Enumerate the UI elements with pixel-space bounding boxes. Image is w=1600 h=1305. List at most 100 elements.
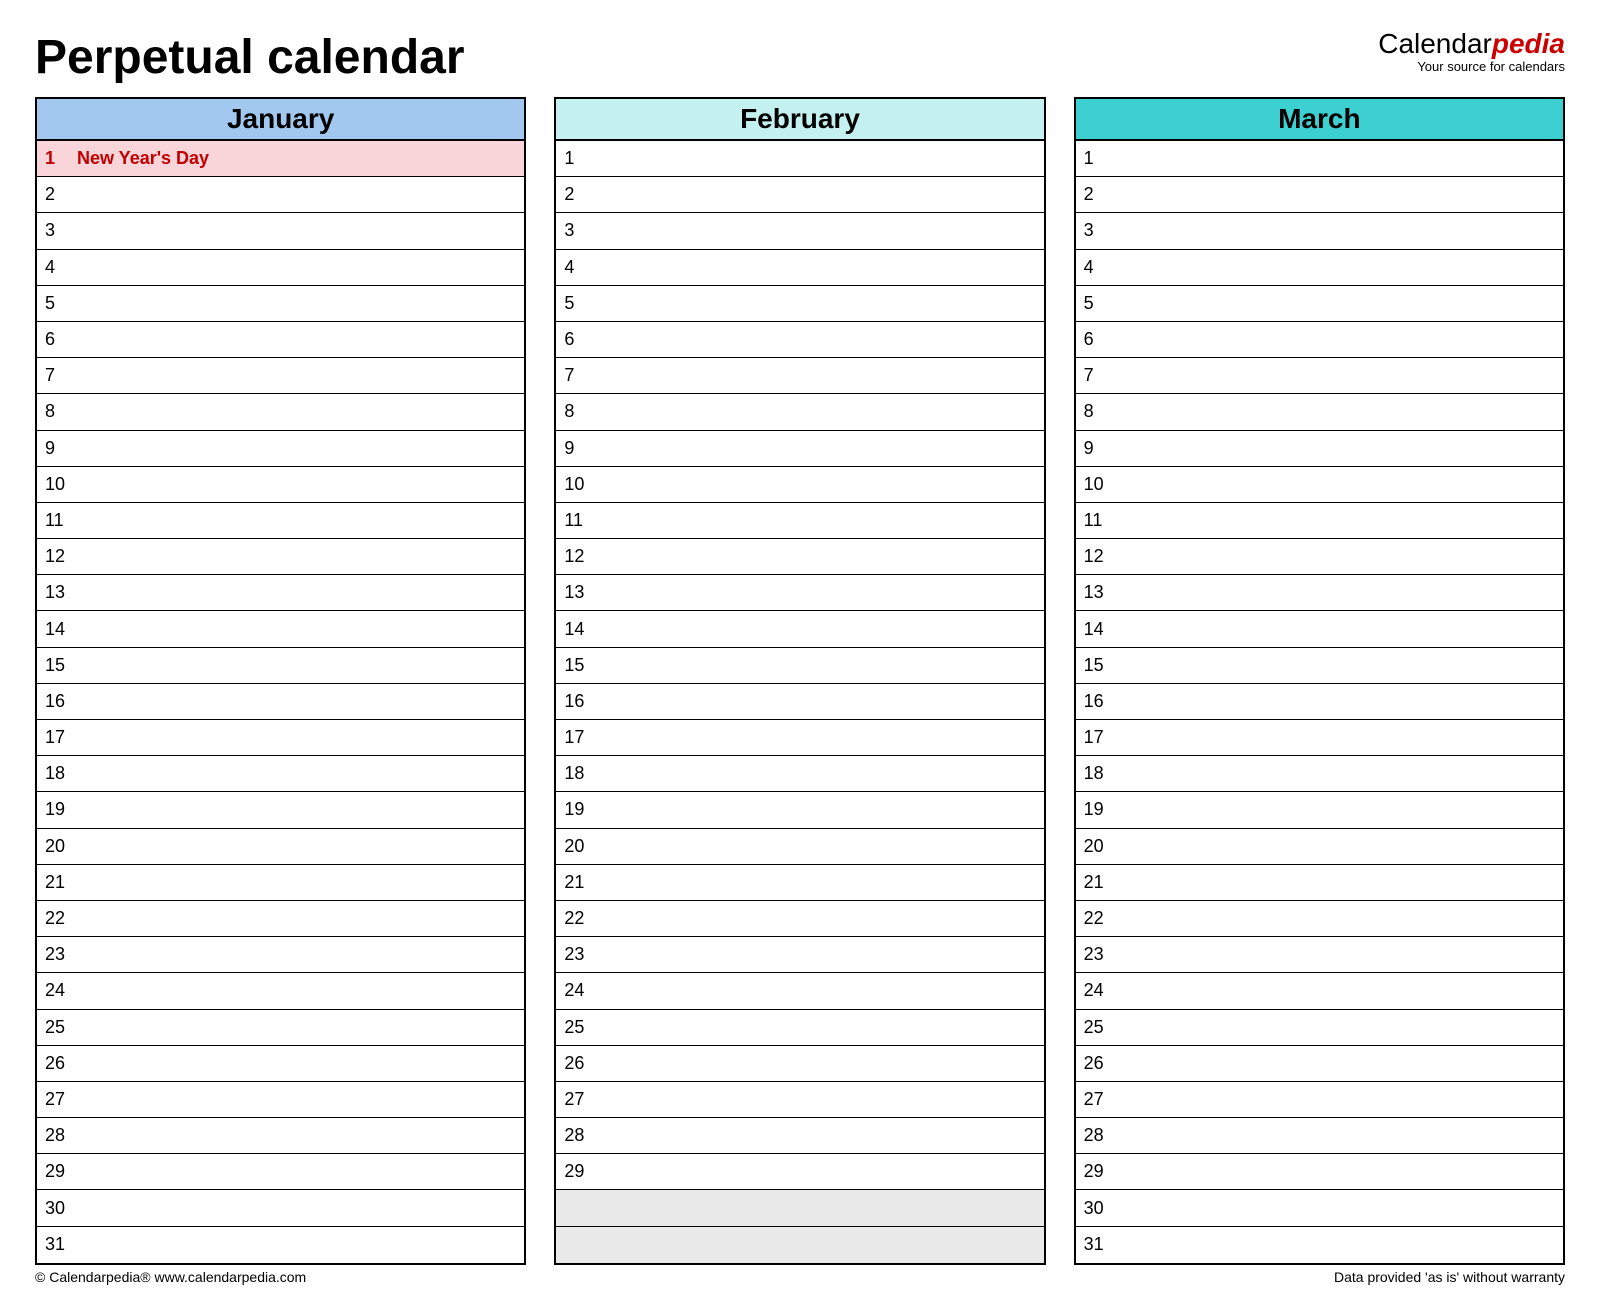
day-row: 20	[1076, 829, 1563, 865]
day-row: 1	[556, 141, 1043, 177]
day-number: 16	[45, 691, 73, 712]
day-number: 25	[564, 1017, 592, 1038]
day-row: 14	[37, 611, 524, 647]
day-row: 12	[1076, 539, 1563, 575]
day-row: 5	[1076, 286, 1563, 322]
day-number: 28	[1084, 1125, 1112, 1146]
day-number: 26	[45, 1053, 73, 1074]
day-number: 8	[45, 401, 73, 422]
day-number: 16	[1084, 691, 1112, 712]
day-row: 11	[37, 503, 524, 539]
day-number: 5	[1084, 293, 1112, 314]
day-row: 1New Year's Day	[37, 141, 524, 177]
day-number: 21	[45, 872, 73, 893]
day-row: 9	[37, 431, 524, 467]
day-number: 10	[45, 474, 73, 495]
day-row: 16	[37, 684, 524, 720]
day-number: 23	[564, 944, 592, 965]
day-number: 8	[1084, 401, 1112, 422]
day-row: 10	[556, 467, 1043, 503]
day-number: 19	[1084, 799, 1112, 820]
day-row: 6	[37, 322, 524, 358]
day-number: 21	[564, 872, 592, 893]
day-row: 17	[556, 720, 1043, 756]
day-row: 28	[556, 1118, 1043, 1154]
day-row: 27	[1076, 1082, 1563, 1118]
day-number: 19	[564, 799, 592, 820]
day-number: 12	[1084, 546, 1112, 567]
day-row: 23	[556, 937, 1043, 973]
day-number: 9	[564, 438, 592, 459]
day-number: 4	[1084, 257, 1112, 278]
day-row: 7	[1076, 358, 1563, 394]
day-row: 19	[37, 792, 524, 828]
day-number: 31	[45, 1234, 73, 1255]
day-number: 22	[1084, 908, 1112, 929]
day-row: 21	[1076, 865, 1563, 901]
day-number: 24	[564, 980, 592, 1001]
day-row: 13	[37, 575, 524, 611]
day-number: 18	[45, 763, 73, 784]
day-row: 15	[1076, 648, 1563, 684]
month-header: February	[556, 99, 1043, 141]
day-number: 5	[45, 293, 73, 314]
day-number: 23	[1084, 944, 1112, 965]
page-title: Perpetual calendar	[35, 30, 465, 85]
day-number: 29	[1084, 1161, 1112, 1182]
day-number: 10	[564, 474, 592, 495]
day-row: 18	[37, 756, 524, 792]
day-row: 24	[37, 973, 524, 1009]
day-number: 7	[564, 365, 592, 386]
day-row: 30	[37, 1190, 524, 1226]
day-row: 7	[37, 358, 524, 394]
day-row: 17	[37, 720, 524, 756]
day-number: 15	[45, 655, 73, 676]
day-number: 23	[45, 944, 73, 965]
month-january: January1New Year's Day234567891011121314…	[35, 97, 526, 1265]
day-row: 25	[37, 1010, 524, 1046]
day-number: 22	[45, 908, 73, 929]
day-row: 6	[556, 322, 1043, 358]
day-number: 5	[564, 293, 592, 314]
day-row: 31	[37, 1227, 524, 1263]
day-row: 14	[556, 611, 1043, 647]
day-number: 12	[564, 546, 592, 567]
day-row: 19	[1076, 792, 1563, 828]
day-row: 31	[1076, 1227, 1563, 1263]
day-row: 23	[37, 937, 524, 973]
day-row: 20	[556, 829, 1043, 865]
day-row: 9	[1076, 431, 1563, 467]
day-row	[556, 1190, 1043, 1226]
day-row: 25	[556, 1010, 1043, 1046]
day-row: 24	[1076, 973, 1563, 1009]
day-row: 8	[556, 394, 1043, 430]
day-row: 26	[37, 1046, 524, 1082]
day-row: 2	[556, 177, 1043, 213]
day-number: 6	[1084, 329, 1112, 350]
day-number: 10	[1084, 474, 1112, 495]
day-row: 26	[1076, 1046, 1563, 1082]
day-row	[556, 1227, 1043, 1263]
day-row: 22	[37, 901, 524, 937]
day-number: 27	[564, 1089, 592, 1110]
brand-block: Calendarpedia Your source for calendars	[1378, 30, 1565, 73]
day-number: 25	[1084, 1017, 1112, 1038]
day-row: 21	[556, 865, 1043, 901]
day-row: 3	[556, 213, 1043, 249]
day-row: 26	[556, 1046, 1043, 1082]
day-row: 14	[1076, 611, 1563, 647]
brand-tagline: Your source for calendars	[1378, 60, 1565, 73]
month-february: February12345678910111213141516171819202…	[554, 97, 1045, 1265]
day-number: 4	[45, 257, 73, 278]
footer: © Calendarpedia® www.calendarpedia.com D…	[35, 1269, 1565, 1285]
day-row: 4	[1076, 250, 1563, 286]
day-number: 14	[45, 619, 73, 640]
day-number: 20	[564, 836, 592, 857]
day-number: 29	[564, 1161, 592, 1182]
day-row: 5	[37, 286, 524, 322]
day-row: 7	[556, 358, 1043, 394]
day-number: 22	[564, 908, 592, 929]
day-number: 7	[1084, 365, 1112, 386]
day-row: 16	[1076, 684, 1563, 720]
brand-name: Calendarpedia	[1378, 30, 1565, 58]
